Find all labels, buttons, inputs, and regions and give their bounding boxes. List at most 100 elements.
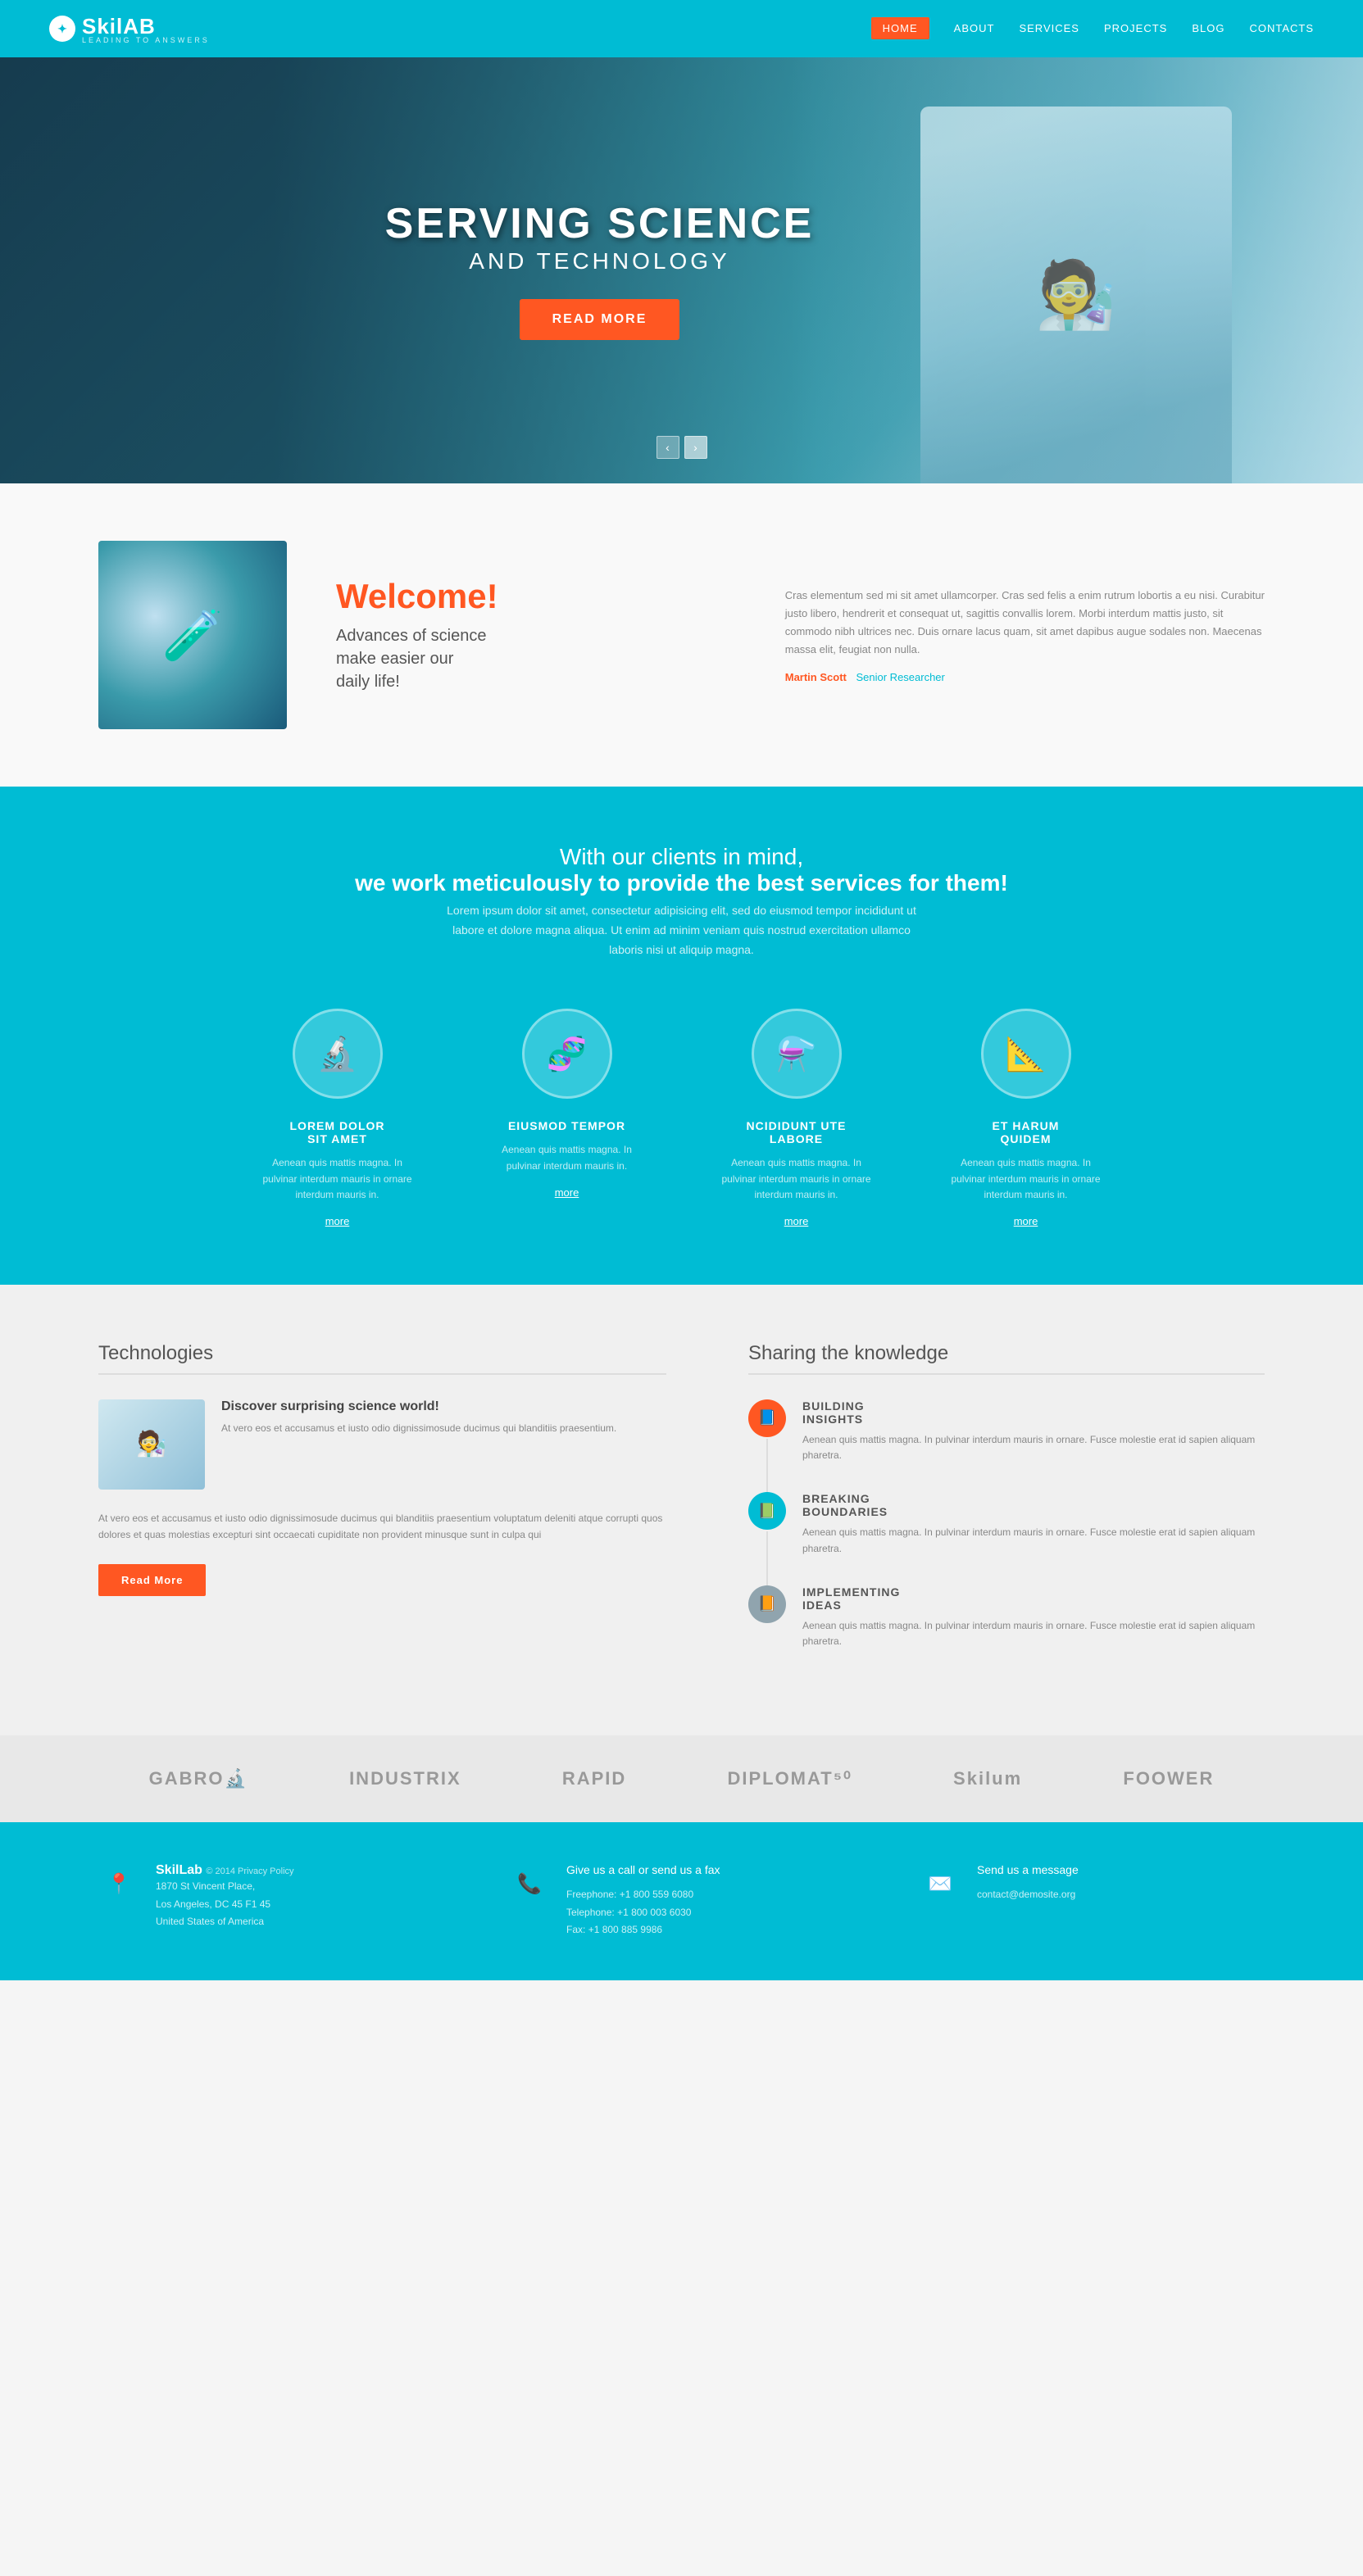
footer-phone-content: Give us a call or send us a fax Freephon… xyxy=(566,1863,720,1939)
nav-item-contacts[interactable]: CONTACTS xyxy=(1249,21,1314,36)
service-icon-dna: 🧬 xyxy=(522,1009,612,1099)
nav-services-link[interactable]: SERVICES xyxy=(1019,22,1079,34)
service-item-4: 📐 ET HARUM QUIDEM Aenean quis mattis mag… xyxy=(944,1009,1108,1227)
footer-phone-icon: 📞 xyxy=(509,1863,550,1904)
footer-address-content: SkilLab © 2014 Privacy Policy 1870 St Vi… xyxy=(156,1863,294,1931)
hero-prev-btn[interactable]: ‹ xyxy=(657,436,679,459)
tech-card-image: 🧑‍🔬 xyxy=(98,1399,205,1490)
service-item-2: 🧬 EIUSMOD TEMPOR Aenean quis mattis magn… xyxy=(485,1009,649,1227)
footer-phone-title: Give us a call or send us a fax xyxy=(566,1863,720,1876)
tech-card-content: Discover surprising science world! At ve… xyxy=(221,1399,616,1490)
nav-blog-link[interactable]: BLOG xyxy=(1192,22,1224,34)
welcome-main: Welcome! Advances of science make easier… xyxy=(336,577,736,693)
technologies-heading: Technologies xyxy=(98,1342,666,1375)
services-description: Lorem ipsum dolor sit amet, consectetur … xyxy=(436,901,928,959)
service-item-1: 🔬 LOREM DOLOR SIT AMET Aenean quis matti… xyxy=(256,1009,420,1227)
footer-fax: Fax: +1 800 885 9986 xyxy=(566,1921,720,1939)
service-icon-microscope: 🔬 xyxy=(293,1009,383,1099)
service-more-2[interactable]: more xyxy=(555,1186,579,1199)
footer-address-col: 📍 SkilLab © 2014 Privacy Policy 1870 St … xyxy=(98,1863,443,1931)
service-more-4[interactable]: more xyxy=(1014,1215,1038,1227)
footer-email-col: ✉️ Send us a message contact@demosite.or… xyxy=(920,1863,1265,1904)
hero-cta-button[interactable]: Read more xyxy=(520,299,680,340)
service-name-3: NCIDIDUNT UTE LABORE xyxy=(747,1119,847,1145)
footer-phone-col: 📞 Give us a call or send us a fax Freeph… xyxy=(509,1863,854,1939)
footer-email-icon: ✉️ xyxy=(920,1863,961,1904)
welcome-quote: Cras elementum sed mi sit amet ullamcorp… xyxy=(785,587,1265,683)
tech-card: 🧑‍🔬 Discover surprising science world! A… xyxy=(98,1399,666,1490)
knowledge-item-3: 📙 IMPLEMENTING IDEAS Aenean quis mattis … xyxy=(748,1585,1265,1649)
knowledge-column: Sharing the knowledge 📘 BUILDING INSIGHT… xyxy=(748,1342,1265,1678)
hero-next-btn[interactable]: › xyxy=(684,436,707,459)
welcome-title: Welcome! xyxy=(336,577,736,616)
footer-location-icon: 📍 xyxy=(98,1863,139,1904)
services-section: With our clients in mind, we work meticu… xyxy=(0,787,1363,1285)
partner-diplomat: DIPLOMAT⁵⁰ xyxy=(727,1768,852,1789)
hero-content: SERVING SCIENCE AND TECHNOLOGY Read more xyxy=(385,201,815,339)
nav-item-home[interactable]: HOME xyxy=(871,21,929,36)
partners-section: GABRO🔬 INDUSTRIX RAPID DIPLOMAT⁵⁰ Skilum… xyxy=(0,1735,1363,1822)
scientist-figure: 🧑‍🔬 xyxy=(920,107,1232,483)
author-role: Senior Researcher xyxy=(856,671,944,683)
knowledge-title-2: BREAKING BOUNDARIES xyxy=(802,1492,1265,1518)
knowledge-content-3: IMPLEMENTING IDEAS Aenean quis mattis ma… xyxy=(802,1585,1265,1649)
welcome-image: 🧪 xyxy=(98,541,287,729)
nav-contacts-link[interactable]: CONTACTS xyxy=(1249,22,1314,34)
footer-address-detail: 1870 St Vincent Place, Los Angeles, DC 4… xyxy=(156,1878,294,1931)
footer-email-link[interactable]: contact@demosite.org xyxy=(977,1889,1075,1900)
footer: 📍 SkilLab © 2014 Privacy Policy 1870 St … xyxy=(0,1822,1363,1980)
knowledge-title-1: BUILDING INSIGHTS xyxy=(802,1399,1265,1426)
nav-item-blog[interactable]: BLOG xyxy=(1192,21,1224,36)
footer-email-title: Send us a message xyxy=(977,1863,1079,1876)
nav-projects-link[interactable]: PROJECTS xyxy=(1104,22,1167,34)
nav-item-services[interactable]: SERVICES xyxy=(1019,21,1079,36)
nav-item-projects[interactable]: PROJECTS xyxy=(1104,21,1167,36)
logo-sub: LEADING TO ANSWERS xyxy=(82,36,210,44)
hero-title-line1: SERVING SCIENCE xyxy=(385,201,815,247)
knowledge-item-1: 📘 BUILDING INSIGHTS Aenean quis mattis m… xyxy=(748,1399,1265,1463)
service-more-1[interactable]: more xyxy=(325,1215,350,1227)
service-desc-1: Aenean quis mattis magna. In pulvinar in… xyxy=(256,1155,420,1203)
service-name-1: LOREM DOLOR SIT AMET xyxy=(290,1119,385,1145)
knowledge-content-1: BUILDING INSIGHTS Aenean quis mattis mag… xyxy=(802,1399,1265,1463)
nav-links: HOME ABOUT SERVICES PROJECTS BLOG CONTAC… xyxy=(871,21,1314,36)
nav-about-link[interactable]: ABOUT xyxy=(954,22,995,34)
hero-scientist-area: 🧑‍🔬 xyxy=(789,57,1363,483)
services-grid: 🔬 LOREM DOLOR SIT AMET Aenean quis matti… xyxy=(98,1009,1265,1227)
footer-phone-detail: Freephone: +1 800 559 6080 Telephone: +1… xyxy=(566,1886,720,1939)
service-more-3[interactable]: more xyxy=(784,1215,809,1227)
welcome-quote-text: Cras elementum sed mi sit amet ullamcorp… xyxy=(785,587,1265,659)
welcome-subtitle: Advances of science make easier our dail… xyxy=(336,624,736,693)
service-desc-4: Aenean quis mattis magna. In pulvinar in… xyxy=(944,1155,1108,1203)
knowledge-desc-1: Aenean quis mattis magna. In pulvinar in… xyxy=(802,1432,1265,1463)
tech-knowledge-section: Technologies 🧑‍🔬 Discover surprising sci… xyxy=(0,1285,1363,1735)
molecule-bg: 🧪 xyxy=(98,541,287,729)
service-name-4: ET HARUM QUIDEM xyxy=(993,1119,1060,1145)
logo-text-block: SkilAB LEADING TO ANSWERS xyxy=(82,14,210,44)
tech-card-title: Discover surprising science world! xyxy=(221,1399,616,1414)
services-title: With our clients in mind, we work meticu… xyxy=(98,844,1265,896)
knowledge-content-2: BREAKING BOUNDARIES Aenean quis mattis m… xyxy=(802,1492,1265,1556)
knowledge-dot-2: 📗 xyxy=(748,1492,786,1530)
nav-home-link[interactable]: HOME xyxy=(871,17,929,39)
footer-brand-row: SkilLab © 2014 Privacy Policy xyxy=(156,1863,294,1878)
service-desc-3: Aenean quis mattis magna. In pulvinar in… xyxy=(715,1155,879,1203)
footer-copyright: © 2014 Privacy Policy xyxy=(206,1866,293,1876)
footer-freephone: Freephone: +1 800 559 6080 xyxy=(566,1886,720,1904)
partner-foower: FOOWER xyxy=(1123,1768,1214,1789)
knowledge-desc-3: Aenean quis mattis magna. In pulvinar in… xyxy=(802,1618,1265,1649)
tech-card-text: At vero eos et accusamus et iusto odio d… xyxy=(221,1421,616,1436)
service-desc-2: Aenean quis mattis magna. In pulvinar in… xyxy=(485,1142,649,1173)
knowledge-heading: Sharing the knowledge xyxy=(748,1342,1265,1375)
knowledge-title-3: IMPLEMENTING IDEAS xyxy=(802,1585,1265,1612)
knowledge-desc-2: Aenean quis mattis magna. In pulvinar in… xyxy=(802,1525,1265,1556)
technologies-column: Technologies 🧑‍🔬 Discover surprising sci… xyxy=(98,1342,666,1678)
service-icon-flask: ⚗️ xyxy=(752,1009,842,1099)
nav-item-about[interactable]: ABOUT xyxy=(954,21,995,36)
knowledge-item-2: 📗 BREAKING BOUNDARIES Aenean quis mattis… xyxy=(748,1492,1265,1556)
knowledge-dot-3: 📙 xyxy=(748,1585,786,1623)
hero-navigation: ‹ › xyxy=(657,436,707,459)
navbar: ✦ SkilAB LEADING TO ANSWERS HOME ABOUT S… xyxy=(0,0,1363,57)
hero-title-line2: AND TECHNOLOGY xyxy=(385,248,815,274)
read-more-button[interactable]: Read More xyxy=(98,1564,206,1596)
